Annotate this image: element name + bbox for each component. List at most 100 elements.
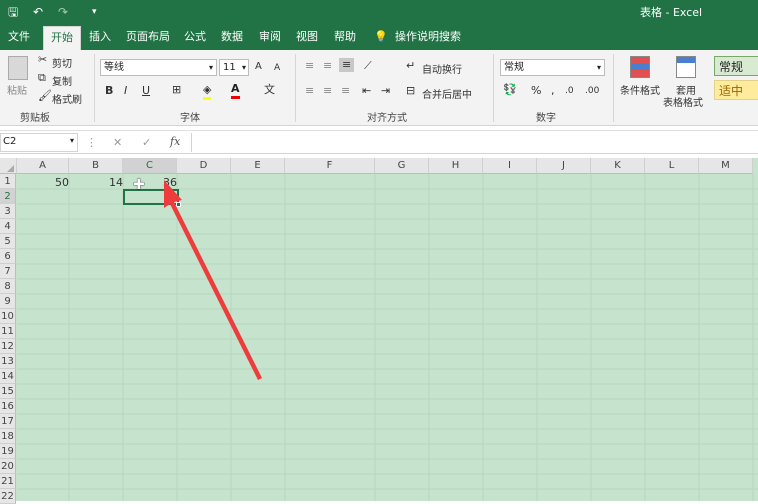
table-format-label-2[interactable]: 表格格式 (663, 94, 703, 109)
row-header-1[interactable]: 1 (0, 174, 16, 189)
row-header-8[interactable]: 8 (0, 279, 16, 294)
undo-icon[interactable]: ↶ (33, 4, 43, 20)
column-header-i[interactable]: I (483, 158, 537, 174)
column-header-h[interactable]: H (429, 158, 483, 174)
cell-b1[interactable]: 14 (69, 175, 123, 190)
increase-indent-icon[interactable]: ⇥ (381, 84, 390, 98)
alignment-group-label: 对齐方式 (367, 113, 407, 124)
font-name-select[interactable]: 等线 ▾ (100, 59, 217, 76)
row-header-7[interactable]: 7 (0, 264, 16, 279)
customize-quick-access-icon[interactable]: ▾ (92, 4, 97, 20)
row-header-6[interactable]: 6 (0, 249, 16, 264)
row-header-11[interactable]: 11 (0, 324, 16, 339)
shrink-font-button[interactable]: A (274, 61, 280, 75)
decrease-indent-icon[interactable]: ⇤ (362, 84, 371, 98)
column-header-j[interactable]: J (537, 158, 591, 174)
name-box[interactable]: C2 ▾ (0, 133, 78, 152)
insert-function-icon[interactable]: fx (170, 135, 180, 149)
align-top-icon[interactable]: ≡ (305, 59, 314, 73)
wrap-text-button[interactable]: 自动换行 (422, 61, 462, 76)
row-header-17[interactable]: 17 (0, 414, 16, 429)
row-header-10[interactable]: 10 (0, 309, 16, 324)
row-header-9[interactable]: 9 (0, 294, 16, 309)
row-header-18[interactable]: 18 (0, 429, 16, 444)
align-right-icon[interactable]: ≡ (341, 84, 350, 98)
row-header-12[interactable]: 12 (0, 339, 16, 354)
column-header-b[interactable]: B (69, 158, 123, 174)
comma-button[interactable]: , (551, 84, 555, 98)
paste-button[interactable]: 粘贴 (7, 82, 27, 97)
row-header-20[interactable]: 20 (0, 459, 16, 474)
orientation-icon[interactable]: ⟋ (364, 59, 372, 73)
chevron-down-icon: ▾ (596, 63, 601, 72)
more-icon: ⋮ (86, 136, 97, 149)
phonetic-icon[interactable]: 文 (264, 83, 275, 97)
formula-input[interactable] (191, 133, 758, 152)
column-header-c[interactable]: C (123, 158, 177, 174)
tab-help[interactable]: 帮助 (334, 29, 356, 45)
row-header-15[interactable]: 15 (0, 384, 16, 399)
copy-button[interactable]: 复制 (52, 73, 72, 88)
fill-color-icon[interactable]: ◈ (203, 83, 212, 100)
save-icon[interactable]: 🖫 (8, 4, 18, 20)
style-normal[interactable]: 常规 (714, 56, 758, 76)
column-header-f[interactable]: F (285, 158, 375, 174)
chevron-down-icon: ▾ (241, 63, 246, 72)
title-bar: 🖫 ↶ ↷ ▾ 表格 - Excel (0, 0, 758, 24)
row-header-2[interactable]: 2 (0, 189, 16, 204)
row-header-21[interactable]: 21 (0, 474, 16, 489)
column-header-g[interactable]: G (375, 158, 429, 174)
number-format-select[interactable]: 常规 ▾ (500, 59, 605, 76)
tab-home[interactable]: 开始 (43, 26, 81, 50)
bold-button[interactable]: B (105, 84, 113, 98)
tab-review[interactable]: 审阅 (259, 29, 281, 45)
align-center-icon[interactable]: ≡ (323, 84, 332, 98)
style-neutral[interactable]: 适中 (714, 80, 758, 100)
row-header-16[interactable]: 16 (0, 399, 16, 414)
merge-center-button[interactable]: 合并后居中 (422, 86, 472, 101)
column-header-m[interactable]: M (699, 158, 753, 174)
row-header-19[interactable]: 19 (0, 444, 16, 459)
column-header-d[interactable]: D (177, 158, 231, 174)
percent-button[interactable]: % (531, 84, 541, 98)
currency-icon[interactable]: 💱 (503, 83, 517, 97)
font-color-icon[interactable]: A (231, 82, 240, 99)
row-header-14[interactable]: 14 (0, 369, 16, 384)
tell-me-search[interactable]: 操作说明搜索 (395, 29, 461, 45)
conditional-format-button[interactable]: 条件格式 (620, 82, 660, 97)
enter-icon[interactable]: ✓ (142, 136, 151, 150)
tab-data[interactable]: 数据 (221, 29, 243, 45)
column-header-l[interactable]: L (645, 158, 699, 174)
cut-button[interactable]: 剪切 (52, 55, 72, 70)
align-left-icon[interactable]: ≡ (305, 84, 314, 98)
redo-icon[interactable]: ↷ (58, 4, 68, 20)
font-size-select[interactable]: 11 ▾ (219, 59, 249, 76)
border-icon[interactable]: ⊞ (172, 83, 181, 97)
cancel-icon[interactable]: ✕ (113, 136, 122, 150)
tab-formulas[interactable]: 公式 (184, 29, 206, 45)
row-header-13[interactable]: 13 (0, 354, 16, 369)
decrease-decimal-icon[interactable]: .00 (585, 84, 599, 98)
italic-button[interactable]: I (124, 84, 127, 98)
cell-a1[interactable]: 50 (17, 175, 69, 190)
format-painter-button[interactable]: 格式刷 (52, 91, 82, 106)
tab-view[interactable]: 视图 (296, 29, 318, 45)
grow-font-button[interactable]: A (255, 60, 262, 74)
column-header-a[interactable]: A (17, 158, 69, 174)
row-header-22[interactable]: 22 (0, 489, 16, 504)
tab-insert[interactable]: 插入 (89, 29, 111, 45)
increase-decimal-icon[interactable]: .0 (565, 84, 574, 98)
row-header-5[interactable]: 5 (0, 234, 16, 249)
tab-page-layout[interactable]: 页面布局 (126, 29, 170, 45)
worksheet-grid[interactable]: ABCDEFGHIJKLM 1 2 3 4 5 6 7 8 9 10 11 12 13 14 15 16 17 1… (0, 158, 758, 504)
column-header-k[interactable]: K (591, 158, 645, 174)
name-box-value: C2 (3, 136, 17, 147)
row-header-4[interactable]: 4 (0, 219, 16, 234)
tab-file[interactable]: 文件 (8, 29, 30, 45)
select-all-corner[interactable] (0, 158, 17, 174)
underline-button[interactable]: U (142, 84, 150, 98)
row-header-3[interactable]: 3 (0, 204, 16, 219)
align-middle-icon[interactable]: ≡ (323, 59, 332, 73)
align-bottom-icon[interactable]: ≡ (339, 58, 355, 72)
column-header-e[interactable]: E (231, 158, 285, 174)
